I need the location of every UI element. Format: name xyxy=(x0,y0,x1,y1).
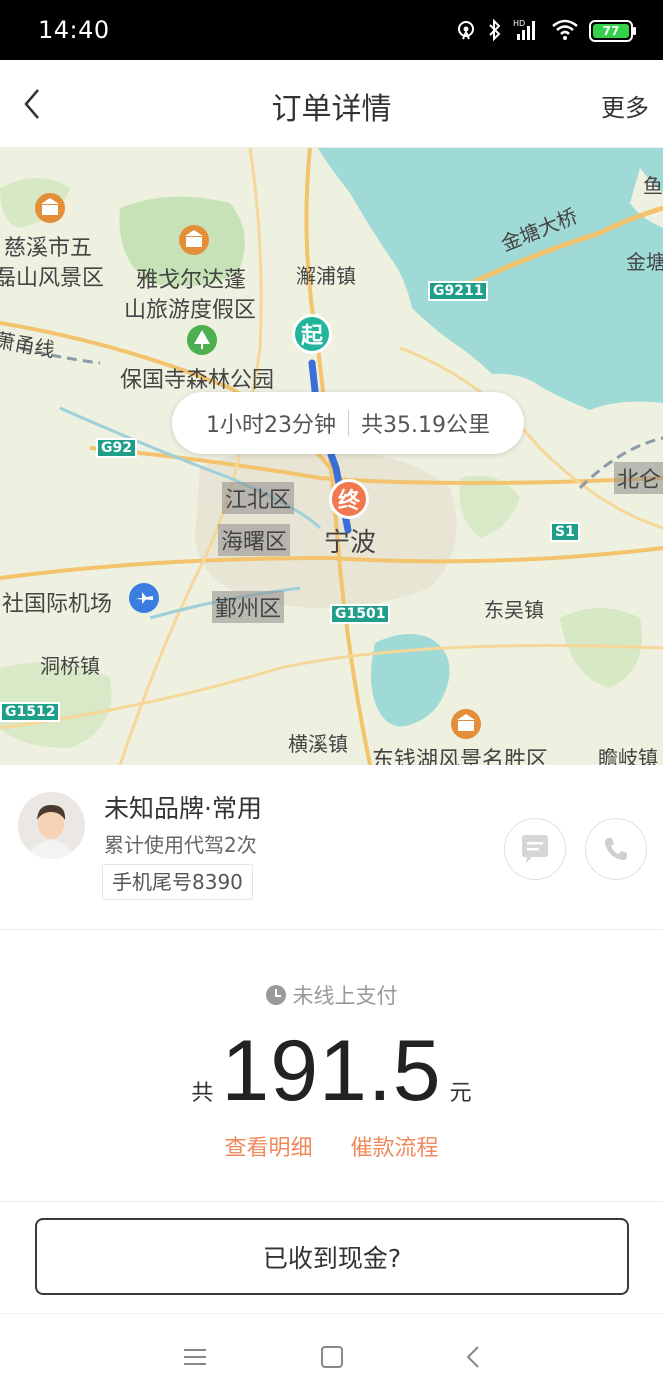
map-label-dongqianhu: 东钱湖风景名胜区 xyxy=(372,748,549,765)
map-label-yu: 鱼 xyxy=(643,174,663,198)
message-button[interactable] xyxy=(504,818,566,880)
amount-prefix: 共 xyxy=(191,1081,214,1106)
map-label-yage: 雅戈尔达蓬 xyxy=(136,268,247,293)
start-marker: 起 xyxy=(292,314,332,354)
customer-card: 未知品牌·常用 累计使用代驾2次 手机尾号8390 xyxy=(0,765,663,930)
status-time: 14:40 xyxy=(38,16,110,44)
chat-icon xyxy=(522,835,548,863)
museum-poi-icon xyxy=(35,193,65,223)
status-bar: 14:40 HD 77 xyxy=(0,0,663,60)
header-bar: 订单详情 更多 xyxy=(0,60,663,148)
highway-shield-g9211: G9211 xyxy=(428,281,489,301)
payment-links: 查看明细 催款流程 xyxy=(0,1130,663,1162)
bluetooth-icon xyxy=(487,18,503,45)
map-label-cixi-scenic: 磊山风景区 xyxy=(0,266,105,291)
map-label-yage-resort: 山旅游度假区 xyxy=(124,298,257,323)
payment-status-text: 未线上支付 xyxy=(292,984,398,1008)
home-icon[interactable] xyxy=(320,1344,344,1370)
highway-shield-s1: S1 xyxy=(550,522,580,542)
amount-unit: 元 xyxy=(449,1081,472,1106)
usage-count: 累计使用代驾2次 xyxy=(104,833,257,857)
map-label-airport: 社国际机场 xyxy=(2,592,113,617)
route-map[interactable]: 慈溪市五 磊山风景区 雅戈尔达蓬 山旅游度假区 澥浦镇 金塘大桥 金塘 鱼 萧甬… xyxy=(0,148,663,765)
battery-icon: 77 xyxy=(589,20,636,42)
end-marker: 终 xyxy=(329,479,369,519)
payment-status: 未线上支付 xyxy=(0,980,663,1010)
divider xyxy=(348,410,349,436)
avatar xyxy=(18,792,85,859)
highway-shield-g1501: G1501 xyxy=(330,604,391,624)
map-label-ningbo: 宁波 xyxy=(324,528,377,558)
map-label-zhanqi: 瞻岐镇 xyxy=(598,746,658,765)
wifi-icon xyxy=(551,19,579,44)
map-label-jintang: 金塘 xyxy=(626,250,663,274)
map-label-hengxi: 横溪镇 xyxy=(288,732,348,756)
amount-row: 共 191.5 元 xyxy=(0,1022,663,1121)
park-poi-icon xyxy=(187,325,217,355)
cash-received-button[interactable]: 已收到现金? xyxy=(35,1218,629,1295)
payment-section: 未线上支付 共 191.5 元 查看明细 催款流程 xyxy=(0,930,663,1202)
battery-level: 77 xyxy=(602,24,620,38)
route-duration: 1小时23分钟 xyxy=(206,413,336,438)
more-button[interactable]: 更多 xyxy=(601,88,649,123)
airport-poi-icon xyxy=(129,583,159,613)
signal-icon: HD xyxy=(513,18,541,45)
map-label-dongqiao: 洞桥镇 xyxy=(40,654,100,678)
map-label-jiangbei: 江北区 xyxy=(222,482,295,514)
view-details-link[interactable]: 查看明细 xyxy=(224,1130,312,1162)
map-label-xiepu: 澥浦镇 xyxy=(296,264,356,288)
highway-shield-g92: G92 xyxy=(96,438,137,458)
map-label-beilun: 北仑 xyxy=(614,462,663,494)
menu-icon[interactable] xyxy=(183,1344,207,1370)
phone-icon xyxy=(605,838,627,861)
map-label-haishu: 海曙区 xyxy=(218,524,291,556)
route-summary-bubble: 1小时23分钟 共35.19公里 xyxy=(172,392,524,454)
svg-text:HD: HD xyxy=(513,19,525,28)
map-label-dongwu: 东吴镇 xyxy=(484,598,544,622)
status-icons: HD 77 xyxy=(455,14,636,48)
highway-shield-g1512: G1512 xyxy=(0,702,61,722)
map-label-cixi: 慈溪市五 xyxy=(4,236,93,261)
back-nav-icon[interactable] xyxy=(462,1344,486,1370)
page-title: 订单详情 xyxy=(271,92,392,127)
route-distance: 共35.19公里 xyxy=(361,413,490,438)
call-button[interactable] xyxy=(585,818,647,880)
museum-poi-icon xyxy=(451,709,481,739)
map-label-yinzhou: 鄞州区 xyxy=(212,591,285,623)
collection-process-link[interactable]: 催款流程 xyxy=(351,1130,439,1162)
clock-icon xyxy=(265,985,286,1005)
customer-name: 未知品牌·常用 xyxy=(104,794,262,823)
system-nav-bar xyxy=(0,1313,663,1400)
phone-tail-badge: 手机尾号8390 xyxy=(102,864,253,900)
amount-value: 191.5 xyxy=(221,1023,442,1119)
hotspot-icon xyxy=(455,19,477,44)
map-label-baoguosi: 保国寺森林公园 xyxy=(120,368,275,393)
museum-poi-icon xyxy=(179,225,209,255)
